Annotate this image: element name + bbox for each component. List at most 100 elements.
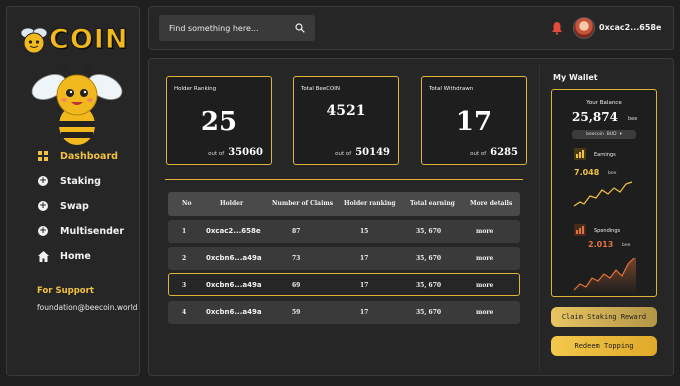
cell-holder: 0xcbn6...a49a	[206, 281, 262, 289]
sidebar-item-multisender[interactable]: + Multisender	[37, 222, 137, 240]
section-divider	[165, 179, 523, 180]
sidebar-item-label: Multisender	[60, 225, 125, 237]
plus-circle-icon: +	[38, 201, 48, 211]
table-row[interactable]: 4 0xcbn6...a49a 59 17 35, 670 more	[168, 301, 520, 324]
stat-footer: out of 50149	[335, 147, 390, 158]
balance-label: Your Balance	[586, 100, 622, 106]
cell-no: 4	[182, 309, 187, 316]
column-header: Holder ranking	[344, 200, 396, 207]
column-header: Holder	[220, 200, 244, 207]
column-header: No	[182, 200, 192, 207]
wallet-card: Your Balance 25,874 bee beecoin BUD ▾ Ea…	[551, 89, 657, 297]
sidebar-item-home[interactable]: Home	[37, 247, 137, 265]
avatar[interactable]	[573, 17, 595, 39]
cell-claims: 59	[292, 309, 301, 316]
home-icon	[37, 250, 49, 262]
cell-claims: 69	[292, 282, 301, 289]
spendings-chart-icon	[574, 224, 586, 236]
cell-claims: 73	[292, 255, 301, 262]
stat-label: Holder Ranking	[174, 86, 217, 92]
redeem-topping-button[interactable]: Redeem Topping	[551, 336, 657, 356]
spendings-value: 2.013	[588, 240, 614, 249]
cell-holder: 0xcbn6...a49a	[206, 308, 262, 316]
earnings-label: Earnings	[594, 152, 616, 158]
sidebar-item-label: Dashboard	[60, 150, 118, 162]
stat-label: Total Withdrawn	[429, 86, 474, 92]
sidebar-item-label: Swap	[60, 200, 89, 212]
chevron-down-icon: ▾	[619, 132, 622, 137]
cell-earning: 35, 670	[416, 255, 442, 262]
search-input[interactable]	[169, 23, 295, 33]
cell-no: 1	[182, 228, 187, 235]
cell-claims: 87	[292, 228, 301, 235]
earnings-chart-icon	[574, 148, 586, 160]
sidebar-item-swap[interactable]: + Swap	[37, 197, 137, 215]
currency-left: beecoin	[586, 132, 604, 137]
top-bar: 0xcac2...658e	[148, 6, 674, 50]
spendings-unit: bee	[622, 243, 631, 248]
logo-text: COIN	[48, 24, 129, 56]
stat-value: 17	[455, 107, 493, 137]
cell-ranking: 17	[360, 282, 369, 289]
plus-circle-icon: +	[38, 226, 48, 236]
search-icon[interactable]	[295, 23, 305, 33]
support-email-link[interactable]: foundation@beecoin.world	[37, 303, 138, 312]
earnings-sparkline	[573, 181, 633, 207]
table-row[interactable]: 1 0xcac2...658e 87 15 35, 670 more	[168, 220, 520, 243]
more-link[interactable]: more	[476, 309, 493, 316]
cell-ranking: 17	[360, 309, 369, 316]
sidebar-item-dashboard[interactable]: Dashboard	[37, 147, 137, 165]
wallet-title: My Wallet	[553, 73, 598, 82]
cell-holder: 0xcac2...658e	[206, 227, 261, 235]
stat-card-total-withdrawn: Total Withdrawn 17 out of 6285	[421, 76, 527, 165]
user-address[interactable]: 0xcac2...658e	[599, 23, 661, 32]
plus-circle-icon: +	[38, 176, 48, 186]
column-header: Number of Claims	[272, 200, 334, 207]
spendings-sparkline	[573, 257, 636, 294]
bell-icon[interactable]	[551, 21, 563, 35]
stat-out-label: out of	[470, 151, 487, 157]
bee-mascot-icon	[31, 65, 123, 145]
cell-holder: 0xcbn6...a49a	[206, 254, 262, 262]
sidebar-item-staking[interactable]: + Staking	[37, 172, 137, 190]
search-box	[159, 15, 315, 41]
stat-total: 35060	[228, 147, 263, 158]
cell-no: 3	[182, 282, 187, 289]
more-link[interactable]: more	[476, 255, 493, 262]
column-header: More details	[470, 200, 513, 207]
main-content: Holder Ranking 25 out of 35060 Total Bee…	[148, 58, 674, 376]
stat-value: 25	[200, 107, 238, 137]
cell-earning: 35, 670	[416, 282, 442, 289]
stat-footer: out of 6285	[470, 147, 518, 158]
more-link[interactable]: more	[476, 282, 493, 289]
bee-logo-icon	[20, 27, 48, 54]
spendings-label: Spendings	[594, 228, 621, 234]
currency-toggle[interactable]: beecoin BUD ▾	[572, 130, 636, 139]
sidebar-item-label: Home	[60, 250, 91, 262]
stat-label: Total BeeCOIN	[301, 86, 341, 92]
earnings-unit: bee	[608, 171, 617, 176]
grid-icon	[37, 150, 49, 162]
balance-value: 25,874	[572, 110, 618, 124]
earnings-value: 7.048	[574, 168, 600, 177]
balance-unit: bee	[628, 116, 638, 122]
support-title: For Support	[37, 286, 94, 296]
stat-out-label: out of	[335, 151, 352, 157]
cell-ranking: 15	[360, 228, 369, 235]
stat-card-total-beecoin: Total BeeCOIN 4521 out of 50149	[293, 76, 399, 165]
sidebar-item-label: Staking	[60, 175, 101, 187]
more-link[interactable]: more	[476, 228, 493, 235]
table-row[interactable]: 3 0xcbn6...a49a 69 17 35, 670 more	[168, 273, 520, 296]
table-row[interactable]: 2 0xcbn6...a49a 73 17 35, 670 more	[168, 247, 520, 270]
stat-total: 50149	[355, 147, 390, 158]
stat-total: 6285	[490, 147, 518, 158]
sidebar: COIN Dashboard + Staking + Swap + Multis…	[6, 6, 140, 376]
stat-value: 4521	[326, 103, 366, 119]
currency-right: BUD	[606, 132, 617, 137]
column-header: Total earning	[410, 200, 455, 207]
stat-card-holder-ranking: Holder Ranking 25 out of 35060	[166, 76, 272, 165]
claim-staking-reward-button[interactable]: Claim Staking Reward	[551, 307, 657, 327]
table-header: No Holder Number of Claims Holder rankin…	[168, 192, 520, 216]
cell-ranking: 17	[360, 255, 369, 262]
brand-logo[interactable]: COIN	[19, 21, 139, 61]
